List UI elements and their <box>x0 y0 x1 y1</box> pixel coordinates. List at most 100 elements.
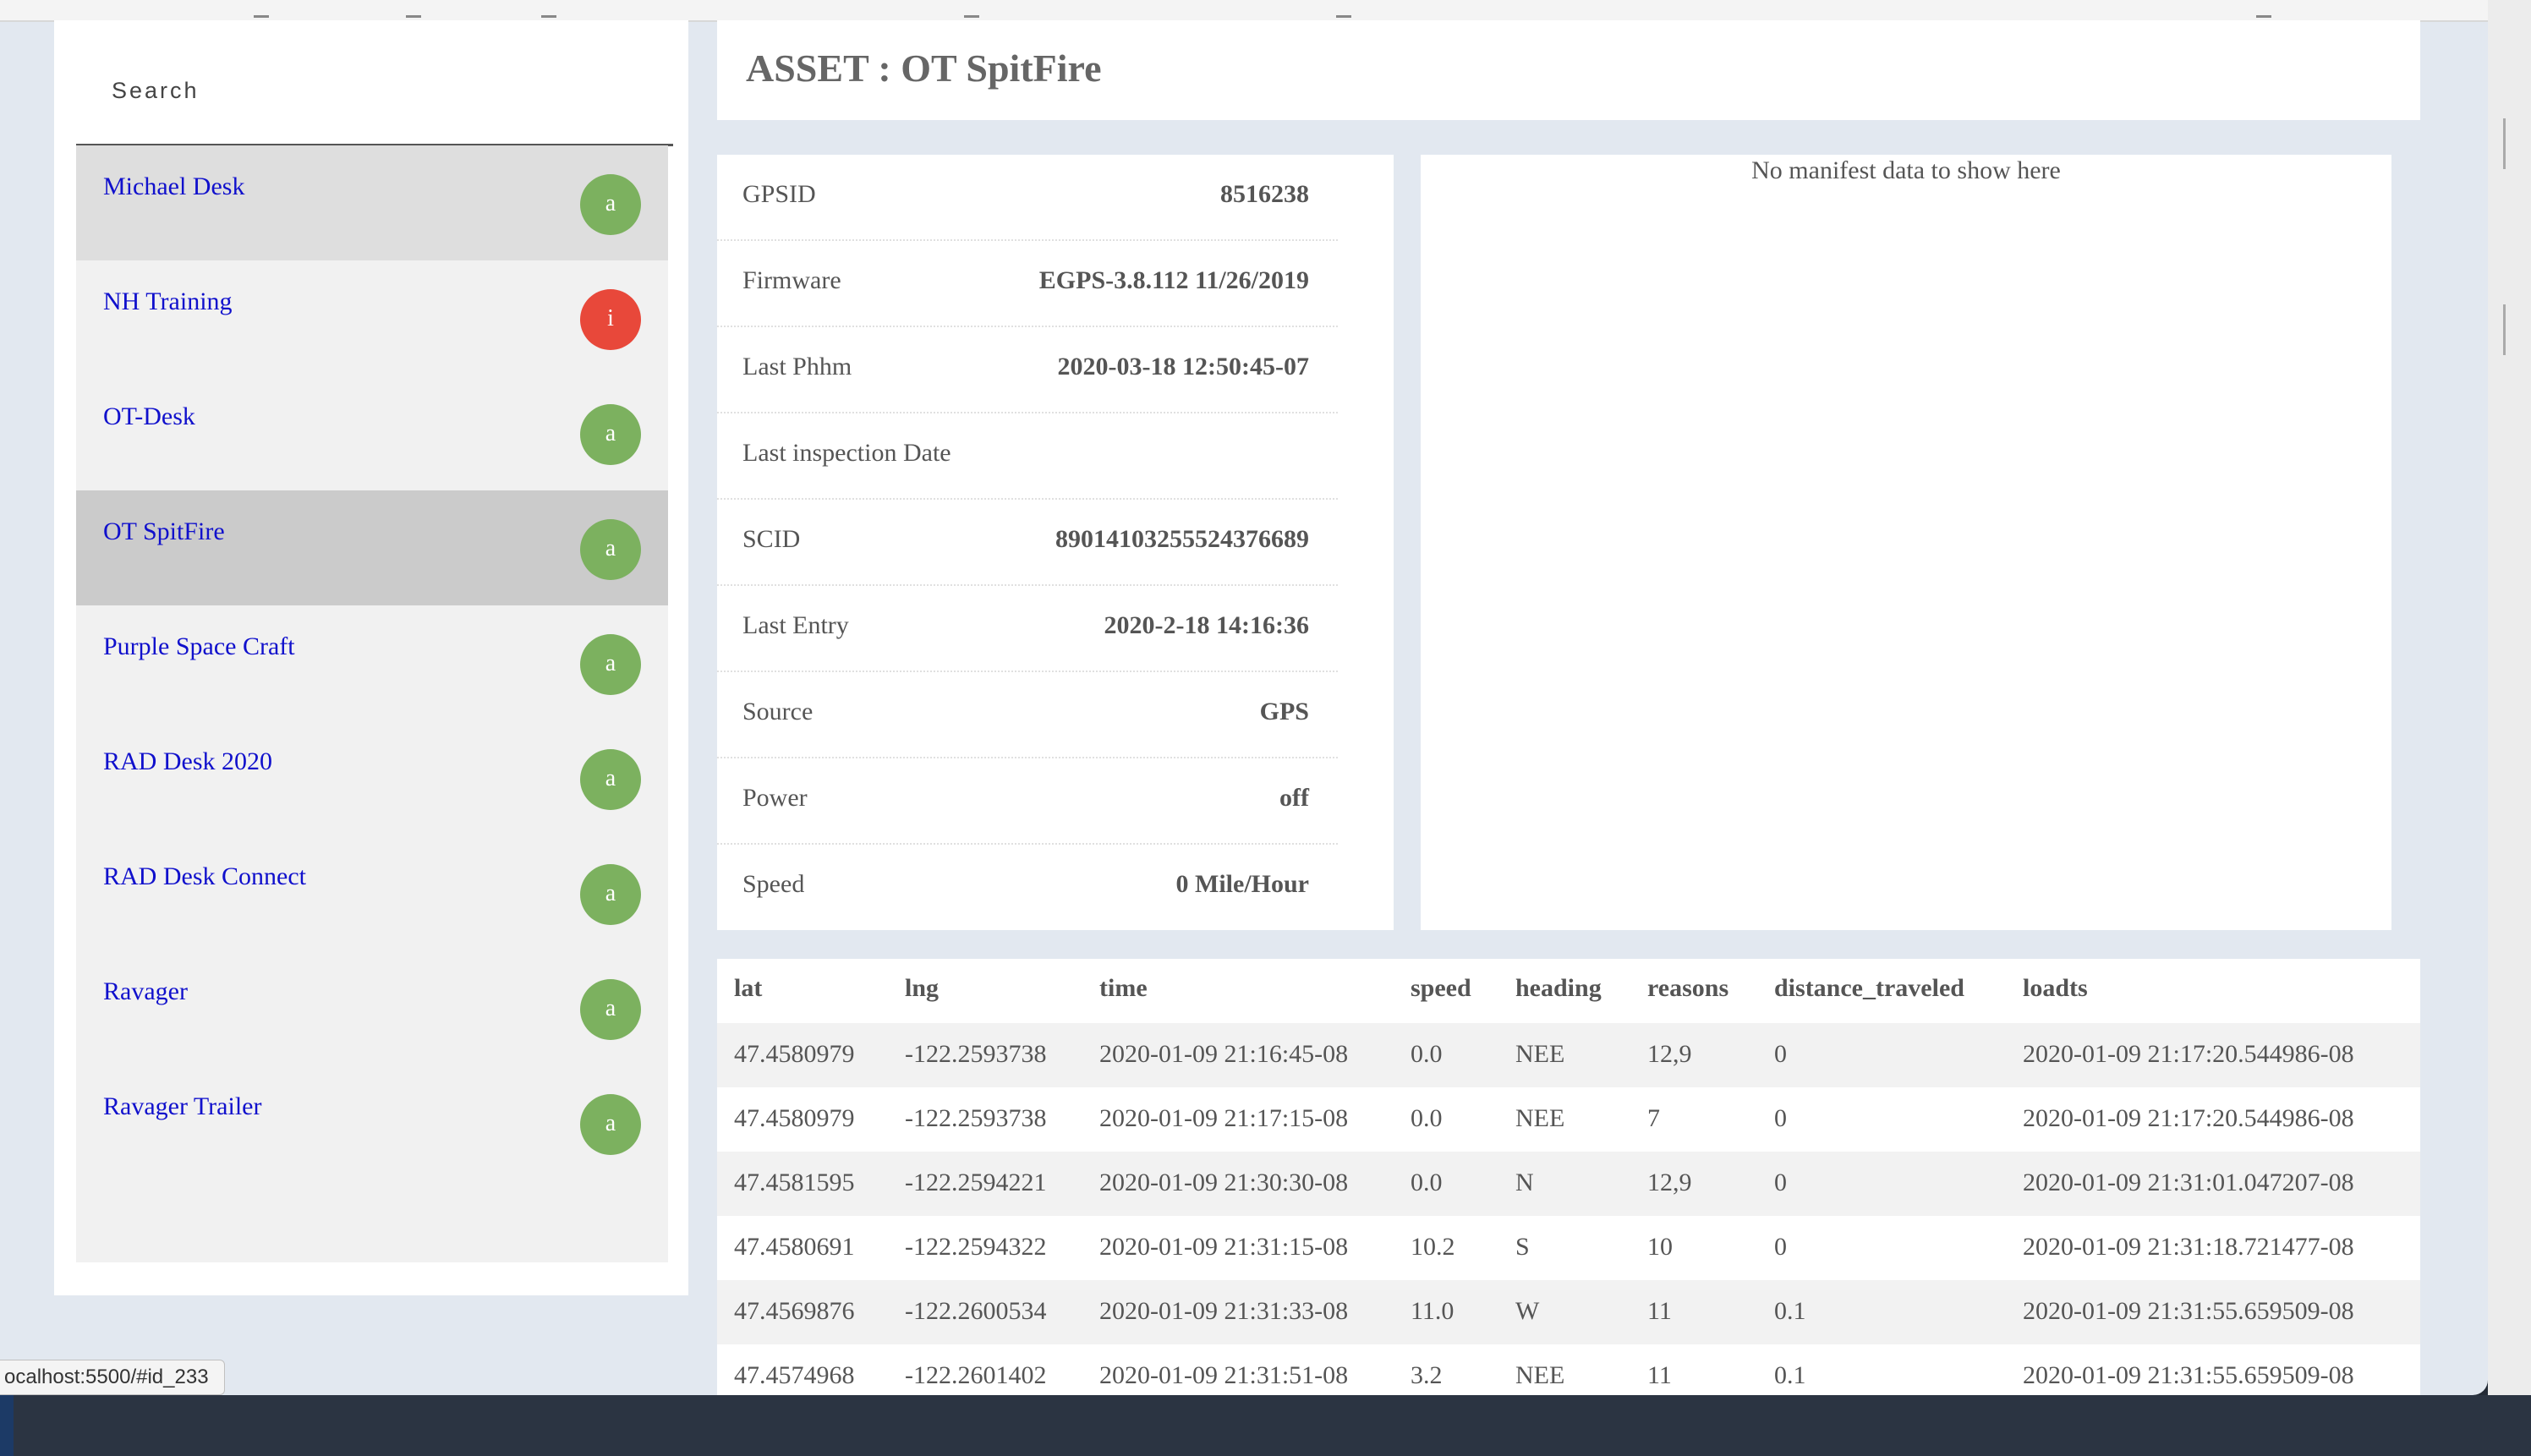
cell-heading: NEE <box>1515 1040 1565 1068</box>
cell-distance-traveled: 0 <box>1774 1104 1787 1132</box>
sidebar-item-label[interactable]: RAD Desk Connect <box>103 862 306 891</box>
detail-label: Firmware <box>742 266 841 294</box>
detail-value: 2020-2-18 14:16:36 <box>1104 611 1309 639</box>
cell-heading: NEE <box>1515 1104 1565 1132</box>
sidebar-item-michael-desk[interactable]: Michael Desk a <box>76 145 668 260</box>
app-window: a Michael Desk a NH Training i OT-Desk a… <box>0 0 2488 1395</box>
toolbar-bookmark-icon[interactable] <box>254 3 269 18</box>
scrollbar-fragment <box>2503 304 2506 355</box>
detail-row-last-phhm: Last Phhm 2020-03-18 12:50:45-07 <box>717 327 1338 413</box>
column-header-lat[interactable]: lat <box>734 974 762 1003</box>
status-badge: a <box>580 979 641 1040</box>
cell-time: 2020-01-09 21:31:15-08 <box>1099 1233 1349 1261</box>
toolbar-bookmark-icon[interactable] <box>964 3 979 18</box>
cell-time: 2020-01-09 21:16:45-08 <box>1099 1040 1349 1068</box>
cell-distance-traveled: 0 <box>1774 1233 1787 1261</box>
cell-loadts: 2020-01-09 21:31:55.659509-08 <box>2023 1297 2354 1325</box>
cell-lng: -122.2594221 <box>905 1169 1047 1196</box>
column-header-reasons[interactable]: reasons <box>1647 974 1728 1003</box>
asset-header: ASSET : OT SpitFire <box>717 20 2420 120</box>
table-row[interactable]: 47.4580979 -122.2593738 2020-01-09 21:16… <box>717 1023 2420 1087</box>
cell-loadts: 2020-01-09 21:31:01.047207-08 <box>2023 1169 2354 1196</box>
detail-row-gpsid: GPSID 8516238 <box>717 155 1338 241</box>
sidebar-item-label[interactable]: Purple Space Craft <box>103 632 295 661</box>
sidebar-item-nh-training[interactable]: NH Training i <box>76 260 668 375</box>
column-header-distance-traveled[interactable]: distance_traveled <box>1774 974 1964 1003</box>
table-row[interactable]: 47.4581595 -122.2594221 2020-01-09 21:30… <box>717 1152 2420 1216</box>
cell-lng: -122.2594322 <box>905 1233 1047 1261</box>
detail-value: off <box>1279 784 1309 812</box>
table-row[interactable]: 47.4580691 -122.2594322 2020-01-09 21:31… <box>717 1216 2420 1280</box>
search-input[interactable] <box>76 64 671 117</box>
toolbar-bookmark-icon[interactable] <box>2256 3 2271 18</box>
detail-row-power: Power off <box>717 758 1338 845</box>
sidebar-item-ravager[interactable]: Ravager a <box>76 950 668 1065</box>
cell-reasons: 11 <box>1647 1297 1672 1325</box>
detail-value: 89014103255524376689 <box>1055 525 1309 553</box>
cell-lng: -122.2593738 <box>905 1104 1047 1132</box>
table-row[interactable]: 47.4574968 -122.2601402 2020-01-09 21:31… <box>717 1344 2420 1395</box>
status-bar-url: ocalhost:5500/#id_233 <box>0 1360 225 1395</box>
column-header-speed[interactable]: speed <box>1411 974 1471 1003</box>
column-header-loadts[interactable]: loadts <box>2023 974 2088 1003</box>
cell-loadts: 2020-01-09 21:17:20.544986-08 <box>2023 1104 2354 1132</box>
status-badge: a <box>580 749 641 810</box>
column-header-lng[interactable]: lng <box>905 974 939 1003</box>
table-header-row: lat lng time speed heading reasons dista… <box>717 959 2420 1023</box>
sidebar-item-rad-desk-2020[interactable]: RAD Desk 2020 a <box>76 720 668 835</box>
detail-value: 8516238 <box>1220 180 1309 208</box>
column-header-time[interactable]: time <box>1099 974 1148 1003</box>
sidebar-item-label[interactable]: OT SpitFire <box>103 517 225 546</box>
cell-time: 2020-01-09 21:17:15-08 <box>1099 1104 1349 1132</box>
sidebar-item-ot-desk[interactable]: OT-Desk a <box>76 375 668 490</box>
toolbar-bookmark-icon[interactable] <box>406 3 421 18</box>
asset-details-panel: GPSID 8516238 Firmware EGPS-3.8.112 11/2… <box>717 155 1394 930</box>
cell-lat: 47.4580691 <box>734 1233 855 1261</box>
status-badge: a <box>580 174 641 235</box>
detail-label: Last Phhm <box>742 353 852 380</box>
detail-label: Last Entry <box>742 611 849 639</box>
detail-row-last-inspection-date: Last inspection Date <box>717 413 1338 500</box>
cell-lat: 47.4574968 <box>734 1361 855 1389</box>
dock-edge <box>0 1395 14 1456</box>
sidebar-item-label[interactable]: Ravager <box>103 977 188 1006</box>
sidebar-item-purple-space-craft[interactable]: Purple Space Craft a <box>76 605 668 720</box>
table-row[interactable]: 47.4580979 -122.2593738 2020-01-09 21:17… <box>717 1087 2420 1152</box>
detail-row-source: Source GPS <box>717 672 1338 758</box>
cell-time: 2020-01-09 21:30:30-08 <box>1099 1169 1349 1196</box>
cell-lng: -122.2601402 <box>905 1361 1047 1389</box>
column-header-heading[interactable]: heading <box>1515 974 1602 1003</box>
manifest-empty-message: No manifest data to show here <box>1751 156 2061 184</box>
table-row[interactable]: 47.4569876 -122.2600534 2020-01-09 21:31… <box>717 1280 2420 1344</box>
detail-label: Power <box>742 784 808 812</box>
status-badge: a <box>580 634 641 695</box>
cell-time: 2020-01-09 21:31:33-08 <box>1099 1297 1349 1325</box>
desktop-background <box>0 1395 2531 1456</box>
sidebar-item-rad-desk-connect[interactable]: RAD Desk Connect a <box>76 835 668 950</box>
toolbar-bookmark-icon[interactable] <box>1336 3 1351 18</box>
toolbar-bookmark-icon[interactable] <box>541 3 556 18</box>
sidebar-item-label[interactable]: OT-Desk <box>103 402 195 431</box>
asset-list[interactable]: a Michael Desk a NH Training i OT-Desk a… <box>76 145 668 1262</box>
detail-row-scid: SCID 89014103255524376689 <box>717 500 1338 586</box>
detail-value: 2020-03-18 12:50:45-07 <box>1057 353 1309 380</box>
cell-speed: 0.0 <box>1411 1040 1443 1068</box>
cell-reasons: 11 <box>1647 1361 1672 1389</box>
search-box <box>76 20 673 146</box>
detail-label: Last inspection Date <box>742 439 951 467</box>
status-badge: a <box>580 864 641 925</box>
detail-label: Source <box>742 698 814 725</box>
asset-sidebar: a Michael Desk a NH Training i OT-Desk a… <box>54 20 688 1295</box>
detail-label: SCID <box>742 525 801 553</box>
sidebar-item-label[interactable]: Michael Desk <box>103 172 244 201</box>
sidebar-item-ot-spitfire[interactable]: OT SpitFire a <box>76 490 668 605</box>
cell-distance-traveled: 0 <box>1774 1169 1787 1196</box>
sidebar-item-label[interactable]: NH Training <box>103 287 233 316</box>
gps-data-table: lat lng time speed heading reasons dista… <box>717 959 2420 1395</box>
sidebar-item-ravager-trailer[interactable]: Ravager Trailer a <box>76 1065 668 1180</box>
cell-lat: 47.4581595 <box>734 1169 855 1196</box>
sidebar-item-label[interactable]: RAD Desk 2020 <box>103 747 272 776</box>
cell-heading: NEE <box>1515 1361 1565 1389</box>
detail-row-last-entry: Last Entry 2020-2-18 14:16:36 <box>717 586 1338 672</box>
sidebar-item-label[interactable]: Ravager Trailer <box>103 1092 261 1121</box>
